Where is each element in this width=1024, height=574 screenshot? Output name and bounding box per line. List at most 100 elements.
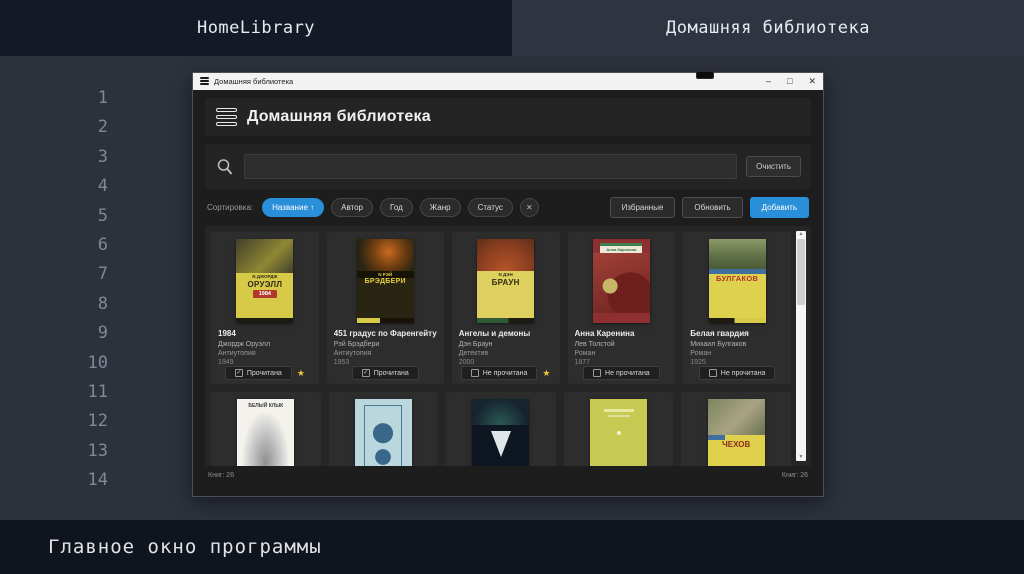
cover-author-text: БУЛГАКОВ	[715, 274, 759, 283]
line-number: 9	[97, 323, 108, 344]
book-year: 1925	[690, 359, 706, 366]
book-title: Анна Каренина	[574, 329, 635, 338]
sort-chip-year[interactable]: Год	[380, 198, 413, 217]
toolbar: Сортировка: Название ↑ Автор Год Жанр Ст…	[207, 197, 809, 218]
book-year: 2000	[458, 359, 475, 366]
line-number: 6	[97, 234, 108, 255]
scrollbar-thumb[interactable]	[797, 239, 805, 305]
read-checkbox-icon: ✓	[361, 369, 370, 377]
window-top-notch	[696, 71, 714, 79]
read-checkbox-icon: ✓	[234, 369, 243, 377]
favorites-button[interactable]: Избранные	[609, 197, 676, 218]
slide-title-ru: Домашняя библиотека	[666, 18, 870, 38]
sort-label: Сортировка:	[207, 203, 254, 212]
close-button[interactable]: ✕	[808, 77, 816, 86]
book-cover: БУЛГАКОВ	[708, 239, 766, 323]
sort-clear-button[interactable]: ✕	[519, 198, 539, 217]
book-card[interactable]	[446, 392, 556, 466]
slide-header-right: Домашняя библиотека	[512, 0, 1024, 56]
book-cover	[354, 399, 412, 466]
book-cover: N ДЖОРДЖ ОРУЭЛЛ 1984	[236, 239, 294, 323]
unread-checkbox-icon	[470, 369, 479, 377]
line-number: 13	[87, 440, 108, 461]
line-number: 3	[97, 146, 108, 167]
book-card[interactable]: N РЭЙ БРЭДБЕРИ 451 градус по Фаренгейту …	[326, 232, 444, 384]
book-cover: N РЭЙ БРЭДБЕРИ	[356, 239, 414, 323]
sort-chip-genre[interactable]: Жанр	[419, 198, 461, 217]
status-button[interactable]: Не прочитана	[698, 366, 776, 380]
cover-author-text: ОРУЭЛЛ	[247, 280, 283, 289]
book-card[interactable]: БЕЛЫЙ КЛЫК	[211, 392, 321, 466]
book-genre: Антиутопия	[218, 350, 256, 357]
slide-title-en: HomeLibrary	[196, 18, 316, 38]
statusbar: Книг: 26 Книг: 26	[205, 466, 811, 484]
clear-search-button[interactable]: Очистить	[746, 156, 801, 177]
book-title: 451 градус по Фаренгейту	[333, 329, 437, 338]
status-button[interactable]: Не прочитана	[583, 366, 660, 380]
sort-chip-title[interactable]: Название ↑	[262, 198, 325, 217]
minimize-button[interactable]: –	[766, 77, 771, 86]
unread-checkbox-icon	[593, 369, 602, 377]
book-cover: Анна Каренина	[592, 239, 650, 323]
cover-author-text: ЧЕХОВ	[722, 440, 751, 449]
maximize-button[interactable]: □	[787, 77, 792, 86]
cover-series-band: N РЭЙ	[356, 271, 414, 278]
books-row-2: БЕЛЫЙ КЛЫК ЧЕХОВ	[211, 392, 791, 466]
window-title: Домашняя библиотека	[214, 77, 294, 86]
line-numbers: 1 2 3 4 5 6 7 8 9 10 11 12 13 14	[78, 84, 108, 495]
line-number: 14	[87, 470, 108, 491]
book-count-left: Книг: 26	[208, 471, 235, 479]
cover-title-badge: 1984	[252, 290, 277, 298]
book-genre: Роман	[574, 350, 596, 357]
book-card[interactable]: ЧЕХОВ	[681, 392, 791, 466]
scroll-down-icon[interactable]: ▼	[799, 454, 804, 461]
book-cover	[590, 399, 648, 466]
app-title: Домашняя библиотека	[247, 108, 431, 125]
book-card[interactable]: N ДЖОРДЖ ОРУЭЛЛ 1984 1984 Джордж Оруэлл …	[211, 232, 319, 384]
slide-caption: Главное окно программы	[48, 536, 322, 558]
line-number: 7	[97, 264, 108, 285]
book-card[interactable]	[328, 392, 439, 466]
line-number: 2	[97, 117, 108, 138]
book-title: Ангелы и демоны	[458, 329, 531, 338]
book-card[interactable]	[563, 392, 674, 466]
book-title: 1984	[218, 329, 236, 338]
book-author: Михаил Булгаков	[690, 341, 747, 348]
book-year: 1953	[333, 359, 350, 366]
slide-header-left: HomeLibrary	[0, 0, 512, 56]
window-titlebar[interactable]: Домашняя библиотека – □ ✕	[193, 73, 823, 90]
line-number: 11	[87, 381, 108, 402]
book-genre: Антиутопия	[333, 350, 372, 357]
book-count-right: Книг: 26	[781, 471, 808, 479]
book-card[interactable]: Анна Каренина Анна Каренина Лев Толстой …	[567, 232, 676, 384]
favorite-star-icon[interactable]: ★	[297, 368, 305, 378]
books-row-1: N ДЖОРДЖ ОРУЭЛЛ 1984 1984 Джордж Оруэлл …	[211, 232, 791, 384]
sort-chip-status[interactable]: Статус	[467, 198, 513, 217]
status-button[interactable]: ✓ Прочитана	[351, 366, 419, 380]
book-card[interactable]: N ДЭН БРАУН Ангелы и демоны Дэн Браун Де…	[451, 232, 560, 384]
cover-author-text: БРЭДБЕРИ	[364, 278, 406, 285]
book-card[interactable]: БУЛГАКОВ Белая гвардия Михаил Булгаков Р…	[683, 232, 791, 384]
search-input[interactable]	[244, 154, 738, 179]
app-content: Домашняя библиотека Очистить Сортировка:…	[193, 90, 823, 484]
book-cover	[472, 399, 530, 466]
book-cover: ЧЕХОВ	[707, 399, 765, 466]
book-author: Лев Толстой	[574, 341, 615, 348]
cover-author-text: БРАУН	[491, 278, 520, 287]
status-button[interactable]: ✓ Прочитана	[224, 366, 292, 380]
cover-title-label: Анна Каренина	[600, 243, 643, 253]
book-genre: Детектив	[458, 350, 489, 357]
cover-title-text: БЕЛЫЙ КЛЫК	[248, 403, 284, 409]
refresh-button[interactable]: Обновить	[682, 197, 743, 218]
window-app-icon	[200, 76, 209, 87]
unread-checkbox-icon	[708, 369, 717, 377]
vertical-scrollbar[interactable]: ▲ ▼	[796, 231, 806, 461]
line-number: 5	[97, 205, 108, 226]
app-header: Домашняя библиотека	[205, 98, 811, 136]
sort-chip-author[interactable]: Автор	[331, 198, 374, 217]
scroll-up-icon[interactable]: ▲	[799, 231, 804, 238]
status-button[interactable]: Не прочитана	[460, 366, 538, 380]
add-book-button[interactable]: Добавить	[749, 197, 809, 218]
line-number: 8	[97, 293, 108, 314]
favorite-star-icon[interactable]: ★	[542, 368, 550, 378]
